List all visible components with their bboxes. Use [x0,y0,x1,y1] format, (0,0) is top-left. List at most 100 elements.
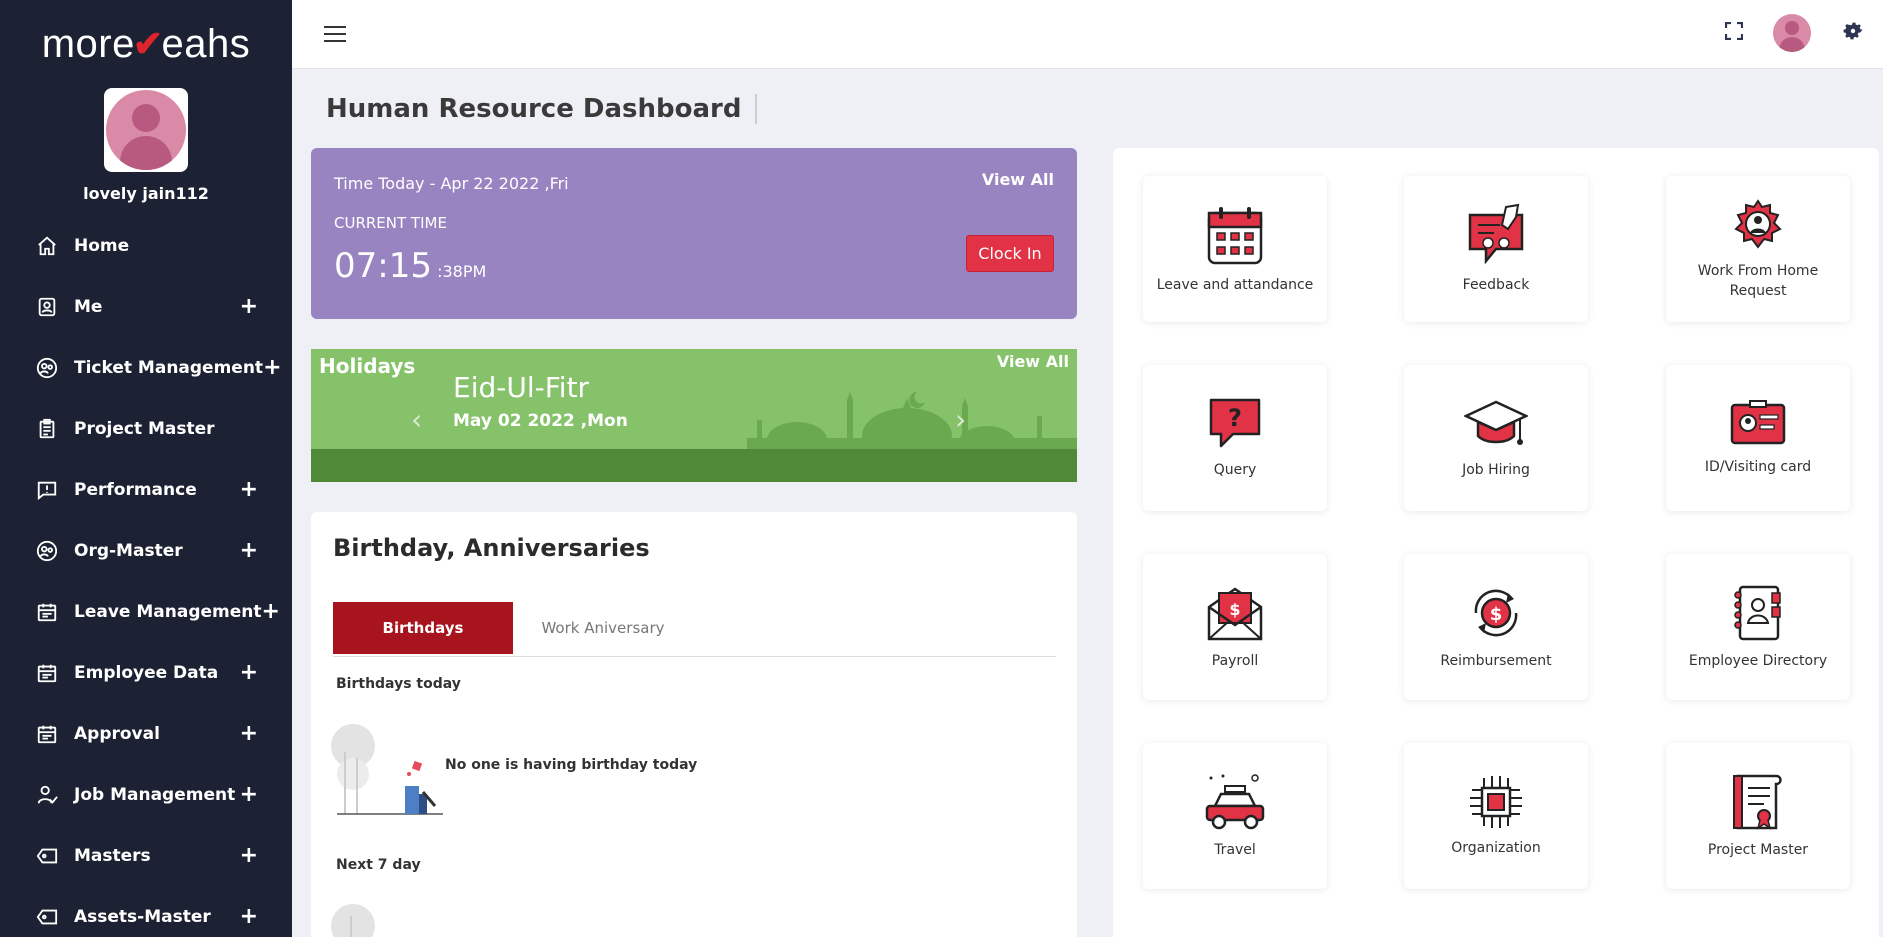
tile-job-hiring[interactable]: Job Hiring [1404,365,1588,511]
fullscreen-icon[interactable] [1724,21,1744,44]
calendar-icon [36,723,58,745]
tile-reimbursement[interactable]: $ Reimbursement [1404,554,1588,700]
quick-links-panel: Leave and attandance Feedback Work From … [1113,148,1879,937]
expand-plus-icon[interactable]: + [240,721,258,746]
expand-plus-icon[interactable]: + [262,599,280,624]
birthday-anniversary-card: Birthday, Anniversaries Birthdays Work A… [311,512,1077,937]
expand-plus-icon[interactable]: + [240,538,258,563]
id-badge-icon [36,296,58,318]
feedback-icon [1468,203,1524,265]
no-birthday-message: No one is having birthday today [445,757,698,773]
sidebar-item-approval[interactable]: Approval + [0,703,292,764]
dollar-cycle-icon: $ [1474,589,1518,637]
current-time-seconds: :38PM [431,262,487,281]
expand-plus-icon[interactable]: + [240,904,258,929]
sidebar-item-label: Performance [74,479,197,500]
sidebar-item-home[interactable]: Home [0,215,292,276]
tile-project-master[interactable]: Project Master [1666,743,1850,889]
graduation-cap-icon [1464,400,1528,445]
sidebar-item-label: Ticket Management [74,357,264,378]
tile-organization[interactable]: Organization [1404,743,1588,889]
tile-label: Leave and attandance [1156,277,1314,293]
holiday-next-arrow[interactable]: › [955,403,966,436]
holidays-banner: Holidays View All ‹ › Eid-Ul-Fitr May 02… [311,349,1077,482]
sidebar-item-leave-management[interactable]: Leave Management + [0,581,292,642]
tile-label: Employee Directory [1688,653,1828,669]
certificate-icon [1733,774,1782,830]
time-view-all-link[interactable]: View All [982,170,1054,189]
birthday-card-title: Birthday, Anniversaries [333,534,650,562]
empty-birthday-illustration-icon [331,724,443,815]
current-time-label: CURRENT TIME [334,214,447,232]
tile-travel[interactable]: Travel [1143,743,1327,889]
avatar[interactable] [104,88,188,172]
directory-book-icon [1734,585,1781,641]
logo-check-mark: ✔ [132,23,164,64]
sidebar-item-assets-master[interactable]: Assets-Master + [0,886,292,937]
tile-label: Project Master [1707,842,1809,858]
tab-work-anniversary[interactable]: Work Aniversary [513,602,693,654]
tile-label: Query [1213,462,1257,478]
sidebar-nav: Home Me + Ticket Management + Project Ma… [0,215,292,937]
expand-plus-icon[interactable]: + [240,843,258,868]
logo-text-left: more [41,21,135,66]
people-circle-icon [36,540,58,562]
home-icon [36,235,58,257]
expand-plus-icon[interactable]: + [240,782,258,807]
tab-birthdays[interactable]: Birthdays [333,602,513,654]
tile-feedback[interactable]: Feedback [1404,176,1588,322]
work-from-home-icon [1734,199,1782,249]
topbar-avatar[interactable] [1773,14,1811,52]
sidebar: more ✔ eahs lovely jain112 Home Me + Ticke… [0,0,292,937]
sidebar-item-ticket-management[interactable]: Ticket Management + [0,337,292,398]
clock-in-button[interactable]: Clock In [966,235,1054,272]
user-name: lovely jain112 [83,184,209,203]
tile-label: Payroll [1211,653,1259,669]
menu-toggle-icon[interactable] [324,26,346,42]
svg-text:?: ? [1228,404,1242,432]
holiday-name: Eid-Ul-Fitr [453,371,590,404]
sidebar-item-employee-data[interactable]: Employee Data + [0,642,292,703]
next-seven-days-label: Next 7 day [336,857,421,873]
tile-employee-directory[interactable]: Employee Directory [1666,554,1850,700]
tile-label: Job Hiring [1462,462,1530,478]
expand-plus-icon[interactable]: + [240,477,258,502]
page-title: Human Resource Dashboard [326,94,758,124]
sidebar-item-label: Employee Data [74,662,219,683]
gear-icon[interactable] [1841,19,1865,47]
holidays-view-all-link[interactable]: View All [997,352,1069,371]
holidays-title: Holidays [319,354,416,378]
sidebar-item-project-master[interactable]: Project Master [0,398,292,459]
id-card-icon [1730,400,1786,445]
tile-leave-attendance[interactable]: Leave and attandance [1143,176,1327,322]
holiday-date: May 02 2022 ,Mon [453,411,628,431]
sidebar-item-performance[interactable]: Performance + [0,459,292,520]
topbar [292,0,1883,69]
holiday-prev-arrow[interactable]: ‹ [411,403,422,436]
expand-plus-icon[interactable]: + [240,660,258,685]
user-check-icon [36,784,58,806]
sidebar-item-label: Approval [74,723,160,744]
sidebar-item-label: Assets-Master [74,906,211,927]
holiday-ground-strip [311,449,1077,482]
attendance-time-card: Time Today - Apr 22 2022 ,Fri View All C… [311,148,1077,319]
expand-plus-icon[interactable]: + [240,294,258,319]
expand-plus-icon[interactable]: + [263,355,281,380]
tile-work-from-home[interactable]: Work From Home Request [1666,176,1850,322]
sidebar-item-job-management[interactable]: Job Management + [0,764,292,825]
tile-payroll[interactable]: $ Payroll [1143,554,1327,700]
tile-label: Reimbursement [1440,653,1552,669]
tile-query[interactable]: ? Query [1143,365,1327,511]
current-time-hours: 07:15 [334,246,432,286]
svg-text:$: $ [1229,600,1240,619]
sidebar-item-org-master[interactable]: Org-Master + [0,520,292,581]
sidebar-item-label: Home [74,235,130,256]
birthdays-today-label: Birthdays today [336,676,461,692]
tile-id-visiting-card[interactable]: ID/Visiting card [1666,365,1850,511]
sidebar-item-label: Job Management [74,784,236,805]
logo-text-right: eahs [161,21,251,66]
calendar-icon [1207,207,1263,265]
sidebar-item-me[interactable]: Me + [0,276,292,337]
sidebar-item-masters[interactable]: Masters + [0,825,292,886]
brand-logo[interactable]: more ✔ eahs [0,0,292,88]
